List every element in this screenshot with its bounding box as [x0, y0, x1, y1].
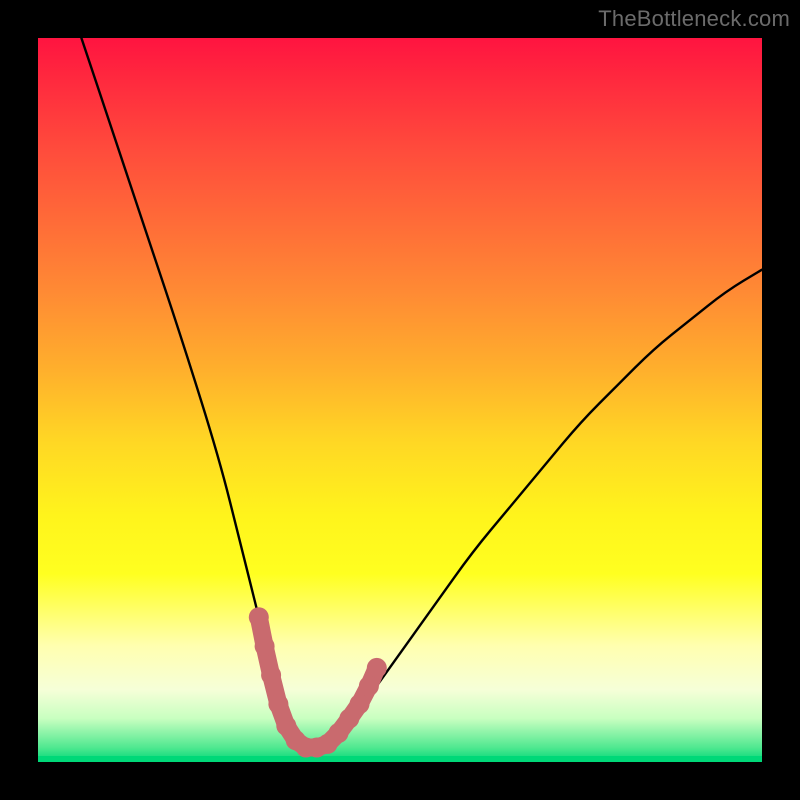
marker-dot — [367, 658, 387, 678]
marker-dot — [249, 607, 269, 627]
marker-dot — [350, 694, 370, 714]
marker-dot — [359, 676, 379, 696]
marker-dot — [268, 694, 288, 714]
curve-svg — [38, 38, 762, 762]
plot-area — [38, 38, 762, 762]
marker-dot — [261, 665, 281, 685]
marker-dot — [255, 636, 275, 656]
bottleneck-curve — [81, 38, 762, 748]
chart-frame: TheBottleneck.com — [0, 0, 800, 800]
watermark-text: TheBottleneck.com — [598, 6, 790, 32]
curve-markers — [249, 607, 387, 757]
